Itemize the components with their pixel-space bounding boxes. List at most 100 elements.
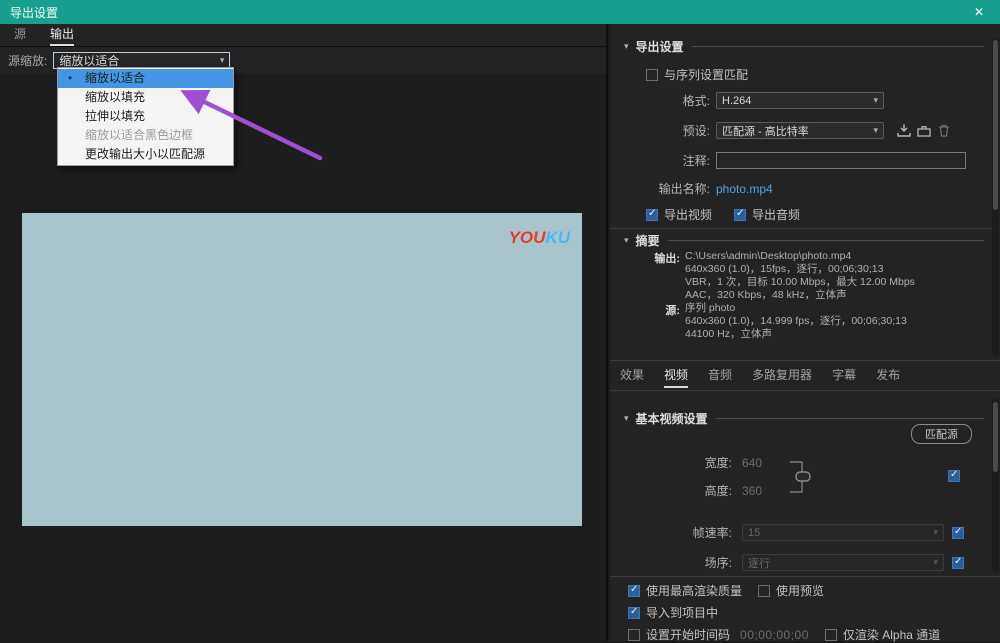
export-settings-title: 导出设置 — [636, 38, 684, 55]
summary-output-lines: C:\Users\admin\Desktop\photo.mp4 640x360… — [685, 250, 915, 302]
settings-tab-bar: 效果 视频 音频 多路复用器 字幕 发布 — [620, 366, 900, 388]
summary-source-label: 源: — [624, 302, 680, 318]
scrollbar-thumb[interactable] — [993, 40, 998, 210]
tab-source[interactable]: 源 — [14, 24, 26, 46]
check-icon: ✓ — [648, 208, 656, 219]
framerate-label: 帧速率: — [624, 524, 732, 541]
tab-output[interactable]: 输出 — [50, 24, 74, 46]
menu-item-stretch-to-fill[interactable]: 拉伸以填充 — [58, 107, 233, 126]
chevron-down-icon: ▾ — [873, 96, 878, 105]
framerate-select[interactable]: 15 ▾ — [742, 524, 944, 541]
preset-row: 预设: 匹配源 - 高比特率 ▾ — [624, 122, 992, 139]
output-name-link[interactable]: photo.mp4 — [716, 182, 773, 196]
menu-item-scale-to-fit-black-borders[interactable]: 缩放以适合黑色边框 — [58, 126, 233, 145]
match-sequence-label: 与序列设置匹配 — [664, 66, 748, 83]
width-height-lock-checkbox[interactable]: ✓ — [948, 470, 960, 482]
collapse-triangle-icon[interactable]: ▾ — [624, 413, 629, 424]
summary-line: VBR，1 次，目标 10.00 Mbps，最大 12.00 Mbps — [685, 276, 915, 289]
tab-captions[interactable]: 字幕 — [832, 366, 856, 388]
height-row: 高度: 360 — [624, 482, 762, 499]
match-sequence-checkbox[interactable] — [646, 69, 658, 81]
window-title: 导出设置 — [10, 4, 58, 21]
width-value[interactable]: 640 — [742, 456, 762, 470]
format-select[interactable]: H.264 ▾ — [716, 92, 884, 109]
save-preset-icon — [897, 124, 911, 137]
alpha-only-checkbox[interactable] — [825, 629, 837, 641]
summary-line: 640x360 (1.0)，14.999 fps，逐行，00;06;30;13 — [685, 315, 907, 328]
format-value: H.264 — [722, 95, 751, 107]
summary-line: C:\Users\admin\Desktop\photo.mp4 — [685, 250, 915, 263]
summary-line: 序列 photo — [685, 302, 907, 315]
summary-source-lines: 序列 photo 640x360 (1.0)，14.999 fps，逐行，00;… — [685, 302, 907, 341]
max-render-quality-checkbox[interactable]: ✓ — [628, 585, 640, 597]
save-preset-button[interactable] — [894, 123, 914, 139]
tab-effects[interactable]: 效果 — [620, 366, 644, 388]
alpha-only-label: 仅渲染 Alpha 通道 — [843, 626, 940, 643]
field-order-row: 场序: 逐行 ▾ ✓ — [624, 554, 964, 571]
chevron-down-icon: ▾ — [933, 528, 938, 537]
height-value[interactable]: 360 — [742, 484, 762, 498]
export-video-checkbox[interactable]: ✓ — [646, 209, 658, 221]
tab-publish[interactable]: 发布 — [876, 366, 900, 388]
check-icon: ✓ — [954, 526, 962, 537]
link-width-height-icon — [786, 454, 814, 500]
bottom-divider — [610, 576, 1000, 577]
source-scaling-label: 源缩放: — [8, 52, 47, 69]
tab-multiplexer[interactable]: 多路复用器 — [752, 366, 812, 388]
match-source-button[interactable]: 匹配源 — [911, 424, 972, 444]
video-settings-scrollbar[interactable] — [992, 398, 999, 572]
summary-output-block: 输出: C:\Users\admin\Desktop\photo.mp4 640… — [624, 250, 915, 302]
tab-audio[interactable]: 音频 — [708, 366, 732, 388]
start-timecode-value[interactable]: 00;00;00;00 — [740, 628, 809, 642]
header-rule — [668, 240, 984, 241]
max-render-quality-label: 使用最高渲染质量 — [646, 582, 742, 599]
summary-line: AAC，320 Kbps，48 kHz，立体声 — [685, 289, 915, 302]
export-settings-scrollbar[interactable] — [992, 38, 999, 356]
field-order-select[interactable]: 逐行 ▾ — [742, 554, 944, 571]
width-label: 宽度: — [624, 454, 732, 471]
import-preset-button[interactable] — [914, 123, 934, 139]
right-panel: ▾ 导出设置 与序列设置匹配 格式: H.264 ▾ 预设: 匹配源 - 高比特… — [610, 24, 1000, 641]
export-audio-checkbox[interactable]: ✓ — [734, 209, 746, 221]
preset-select[interactable]: 匹配源 - 高比特率 ▾ — [716, 122, 884, 139]
export-toggles-row: ✓ 导出视频 ✓ 导出音频 — [646, 206, 800, 223]
menu-item-change-output-size-to-match-source[interactable]: 更改输出大小以匹配源 — [58, 145, 233, 164]
field-order-match-checkbox[interactable]: ✓ — [952, 557, 964, 569]
menu-item-scale-to-fit[interactable]: • 缩放以适合 — [58, 69, 233, 88]
preview-tab-bar: 源 输出 — [0, 24, 606, 47]
check-icon: ✓ — [630, 606, 638, 617]
match-sequence-row: 与序列设置匹配 — [646, 66, 748, 83]
set-start-timecode-checkbox[interactable] — [628, 629, 640, 641]
menu-item-label: 缩放以适合 — [85, 71, 145, 85]
summary-title: 摘要 — [636, 232, 660, 249]
delete-preset-button[interactable] — [934, 123, 954, 139]
comment-input[interactable] — [716, 152, 966, 169]
titlebar: 导出设置 ✕ — [0, 0, 1000, 24]
framerate-row: 帧速率: 15 ▾ ✓ — [624, 524, 964, 541]
comment-label: 注释: — [624, 152, 710, 169]
scrollbar-thumb[interactable] — [993, 402, 998, 472]
import-project-checkbox[interactable]: ✓ — [628, 607, 640, 619]
tab-video[interactable]: 视频 — [664, 366, 688, 388]
framerate-value: 15 — [748, 527, 760, 539]
menu-item-label: 拉伸以填充 — [85, 109, 145, 123]
menu-item-scale-to-fill[interactable]: 缩放以填充 — [58, 88, 233, 107]
chevron-down-icon: ▾ — [220, 56, 225, 65]
summary-line: 640x360 (1.0)，15fps，逐行，00;06;30;13 — [685, 263, 915, 276]
section-divider — [610, 360, 1000, 361]
check-icon: ✓ — [736, 208, 744, 219]
close-icon: ✕ — [974, 5, 984, 19]
menu-item-label: 缩放以填充 — [85, 90, 145, 104]
framerate-match-checkbox[interactable]: ✓ — [952, 527, 964, 539]
chevron-down-icon: ▾ — [873, 126, 878, 135]
output-name-row: 输出名称: photo.mp4 — [624, 180, 773, 197]
use-previews-checkbox[interactable] — [758, 585, 770, 597]
export-settings-header: ▾ 导出设置 — [624, 38, 984, 54]
format-label: 格式: — [624, 92, 710, 109]
format-row: 格式: H.264 ▾ — [624, 92, 986, 109]
field-order-value: 逐行 — [748, 555, 770, 571]
collapse-triangle-icon[interactable]: ▾ — [624, 235, 629, 246]
close-button[interactable]: ✕ — [968, 5, 990, 19]
youku-logo: YOUKU — [509, 228, 570, 248]
collapse-triangle-icon[interactable]: ▾ — [624, 41, 629, 52]
